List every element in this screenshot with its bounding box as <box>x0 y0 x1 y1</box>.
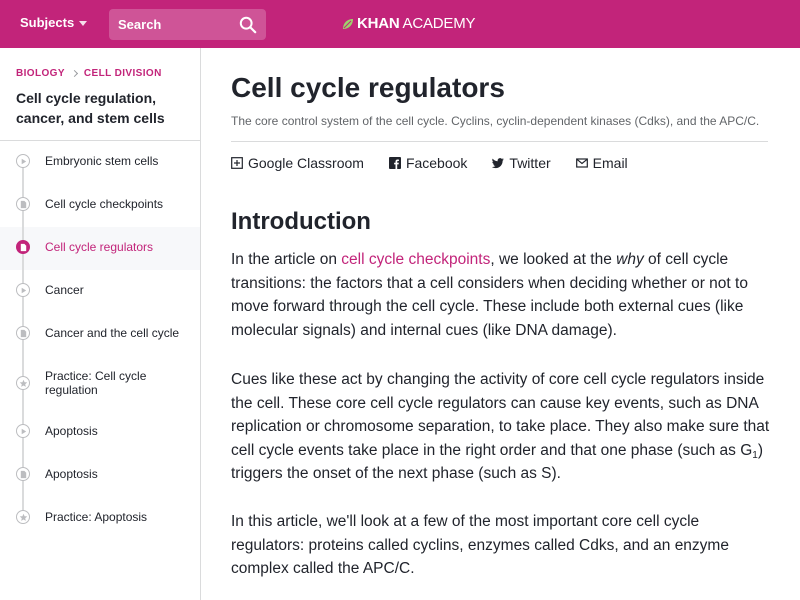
sidebar-item-apoptosis-video[interactable]: Apoptosis <box>0 411 200 454</box>
share-twitter-button[interactable]: Twitter <box>492 155 551 171</box>
brand-light: ACADEMY <box>402 15 476 32</box>
caret-down-icon <box>79 21 88 26</box>
sidebar-item-label: Cell cycle checkpoints <box>45 197 164 211</box>
share-label: Email <box>592 155 628 171</box>
sidebar-item-label: Cancer and the cell cycle <box>45 326 180 340</box>
sidebar-item-cell-cycle-regulators[interactable]: Cell cycle regulators <box>0 227 200 270</box>
p1-text: , we looked at the <box>490 251 617 268</box>
play-icon <box>16 424 30 438</box>
search-input[interactable] <box>109 9 234 40</box>
paragraph-2: Cues like these act by changing the acti… <box>231 368 776 486</box>
sidebar-item-label: Embryonic stem cells <box>45 154 159 168</box>
subjects-label: Subjects <box>20 15 75 30</box>
breadcrumb-biology[interactable]: BIOLOGY <box>16 68 65 79</box>
sidebar-item-label: Apoptosis <box>45 424 98 438</box>
twitter-icon <box>492 158 505 169</box>
search-icon[interactable] <box>239 16 257 34</box>
sidebar-item-label: Cancer <box>45 283 84 297</box>
share-google-classroom-button[interactable]: Google Classroom <box>231 155 364 171</box>
paragraph-1: In the article on cell cycle checkpoints… <box>231 248 776 342</box>
share-bar: Google Classroom Facebook Twitter Email <box>231 155 653 171</box>
page-description: The core control system of the cell cycl… <box>231 114 760 128</box>
leaf-icon <box>343 18 353 29</box>
chevron-right-icon <box>70 69 78 78</box>
sidebar-item-label: Cell cycle regulators <box>45 240 154 254</box>
divider <box>231 141 768 142</box>
top-navigation-bar: Subjects KHANACADEMY <box>0 0 800 48</box>
subjects-menu-button[interactable]: Subjects <box>20 15 88 30</box>
section-heading: Introduction <box>231 208 371 235</box>
article-icon <box>16 197 30 211</box>
share-label: Google Classroom <box>248 155 364 171</box>
breadcrumb-cell-division[interactable]: CELL DIVISION <box>84 68 162 79</box>
share-label: Twitter <box>509 155 551 171</box>
star-icon <box>16 376 30 390</box>
sidebar-item-practice-apoptosis[interactable]: Practice: Apoptosis <box>0 497 200 540</box>
play-icon <box>16 154 30 168</box>
paragraph-3: In this article, we'll look at a few of … <box>231 513 729 577</box>
star-icon <box>16 510 30 524</box>
khan-academy-logo[interactable]: KHAN ACADEMY <box>342 15 476 32</box>
page-title: Cell cycle regulators <box>231 72 505 103</box>
p1-text: In the article on <box>231 251 342 268</box>
share-email-button[interactable]: Email <box>575 155 628 171</box>
facebook-icon <box>388 157 401 169</box>
brand-bold: KHAN <box>357 15 400 32</box>
sidebar-item-apoptosis-article[interactable]: Apoptosis <box>0 454 200 497</box>
sidebar: BIOLOGY CELL DIVISION Cell cycle regulat… <box>0 48 201 600</box>
sidebar-item-cancer[interactable]: Cancer <box>0 270 200 313</box>
p2-text: Cues like these act by changing the acti… <box>231 371 770 459</box>
email-icon <box>575 158 588 168</box>
sidebar-item-label: Practice: Apoptosis <box>45 510 148 524</box>
sidebar-item-cancer-and-the-cell-cycle[interactable]: Cancer and the cell cycle <box>0 313 200 356</box>
share-facebook-button[interactable]: Facebook <box>388 155 468 171</box>
sidebar-item-cell-cycle-checkpoints[interactable]: Cell cycle checkpoints <box>0 184 200 227</box>
article-icon <box>16 326 30 340</box>
sidebar-item-label: Apoptosis <box>45 467 98 481</box>
unit-title[interactable]: Cell cycle regulation, cancer, and stem … <box>16 88 196 128</box>
share-label: Facebook <box>405 155 468 171</box>
sidebar-item-embryonic-stem-cells[interactable]: Embryonic stem cells <box>0 141 200 184</box>
p1-emphasis: why <box>616 251 644 268</box>
google-classroom-icon <box>231 157 243 169</box>
sidebar-item-practice-cell-cycle-regulation[interactable]: Practice: Cell cycle regulation <box>0 356 200 411</box>
search-box[interactable] <box>109 9 266 40</box>
breadcrumb: BIOLOGY CELL DIVISION <box>16 68 162 79</box>
article-icon <box>16 240 30 254</box>
sidebar-item-label: Practice: Cell cycle regulation <box>45 369 147 397</box>
cell-cycle-checkpoints-link[interactable]: cell cycle checkpoints <box>341 251 490 268</box>
play-icon <box>16 283 30 297</box>
article-icon <box>16 467 30 481</box>
lesson-list: Embryonic stem cells Cell cycle checkpoi… <box>0 140 200 540</box>
